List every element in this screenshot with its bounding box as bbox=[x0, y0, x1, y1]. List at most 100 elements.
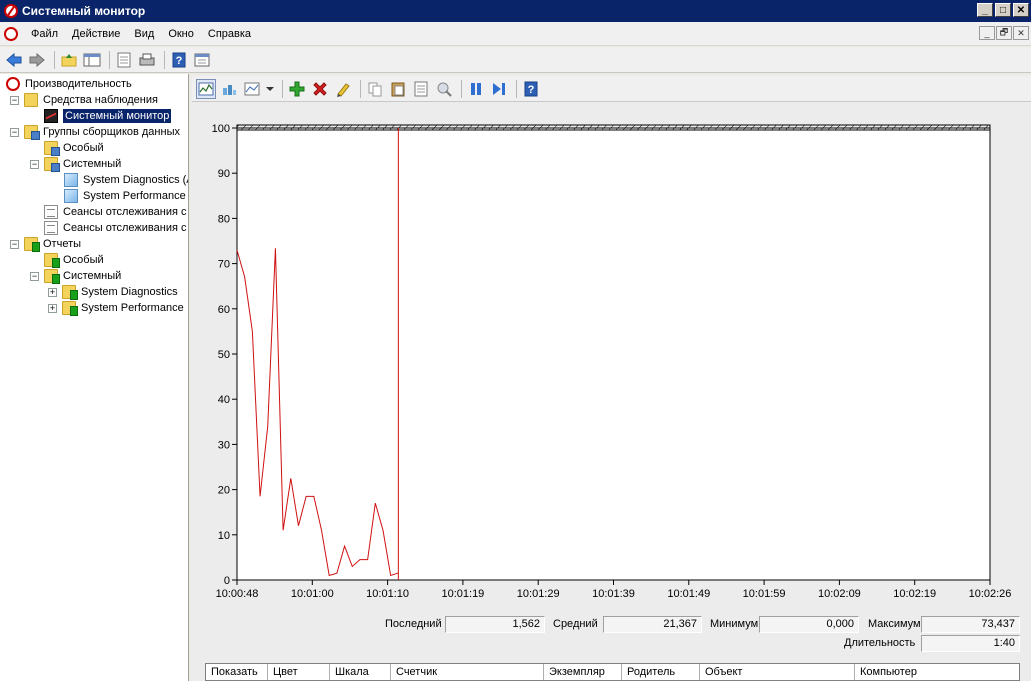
maximize-button[interactable]: □ bbox=[995, 3, 1011, 17]
legend-header-instance[interactable]: Экземпляр bbox=[544, 664, 622, 680]
collapse-icon[interactable]: − bbox=[30, 159, 39, 169]
tree-item-label: System Diagnostics bbox=[81, 286, 178, 298]
tree-item-system[interactable]: − Системный bbox=[30, 156, 121, 172]
tree-item-label: Системный монитор bbox=[63, 109, 172, 123]
tree-item-data-collector-sets[interactable]: − Группы сборщиков данных bbox=[10, 124, 180, 140]
paste-counter-list-icon[interactable] bbox=[388, 79, 408, 99]
toolbar-separator bbox=[282, 79, 283, 98]
tree-item-user-defined[interactable]: Особый bbox=[44, 140, 104, 156]
legend-header-scale[interactable]: Шкала bbox=[330, 664, 391, 680]
x-tick-label: 10:01:10 bbox=[366, 588, 409, 600]
properties-icon[interactable] bbox=[411, 79, 431, 99]
legend-header-object[interactable]: Объект bbox=[700, 664, 855, 680]
tree-item-reports-user-defined[interactable]: Особый bbox=[44, 252, 104, 268]
tree-item-monitoring-tools[interactable]: − Средства наблюдения bbox=[10, 92, 158, 108]
properties-icon[interactable] bbox=[192, 50, 212, 70]
tree-item-reports-system[interactable]: − Системный bbox=[30, 268, 121, 284]
tree-item-system-performance-collector[interactable]: System Performance ( bbox=[64, 188, 189, 204]
copy-properties-icon[interactable] bbox=[365, 79, 385, 99]
duration-value: 1:40 bbox=[921, 635, 1020, 652]
legend-header-parent[interactable]: Родитель bbox=[622, 664, 700, 680]
help-icon[interactable]: ? bbox=[521, 79, 541, 99]
app-icon[interactable] bbox=[4, 4, 18, 18]
tree-item-label: Средства наблюдения bbox=[43, 94, 158, 106]
task-list-icon bbox=[44, 221, 58, 235]
tree-item-label: System Performance ( bbox=[83, 190, 189, 202]
add-counter-icon[interactable] bbox=[287, 79, 307, 99]
graph-type-dropdown-icon[interactable] bbox=[265, 79, 275, 99]
legend-header-computer[interactable]: Компьютер bbox=[855, 664, 1019, 680]
counter-legend: Показать Цвет Шкала Счетчик Экземпляр Ро… bbox=[205, 663, 1020, 681]
mdi-minimize-button[interactable]: _ bbox=[979, 26, 995, 40]
tree-item-startup-event-trace-sessions[interactable]: Сеансы отслеживания с bbox=[44, 220, 187, 236]
collapse-icon[interactable]: − bbox=[10, 95, 19, 105]
show-hide-tree-icon[interactable] bbox=[82, 50, 102, 70]
tree-item-label: Системный bbox=[63, 158, 122, 170]
task-list-icon bbox=[44, 205, 58, 219]
line-chart[interactable]: 0 10 20 30 40 50 60 70 80 90 100 10:00:48 10:01:00 10… bbox=[192, 108, 1029, 608]
report-folder-icon bbox=[62, 285, 78, 300]
menu-view[interactable]: Вид bbox=[127, 28, 161, 40]
tree-item-event-trace-sessions[interactable]: Сеансы отслеживания с bbox=[44, 204, 187, 220]
tree-item-reports-system-diagnostics[interactable]: + System Diagnostics bbox=[48, 284, 178, 300]
minimize-button[interactable]: _ bbox=[977, 3, 993, 17]
window-controls: _ □ ✕ bbox=[977, 3, 1029, 17]
tree-item-label: System Diagnostics (A bbox=[83, 174, 189, 186]
close-button[interactable]: ✕ bbox=[1013, 3, 1029, 17]
freeze-display-icon[interactable] bbox=[466, 79, 486, 99]
mdi-restore-button[interactable]: 🗗 bbox=[996, 26, 1012, 40]
view-histogram-icon[interactable] bbox=[219, 79, 239, 99]
tree-item-reports[interactable]: − Отчеты bbox=[10, 236, 81, 252]
menu-window[interactable]: Окно bbox=[161, 28, 201, 40]
folder-icon bbox=[44, 141, 60, 156]
forward-icon[interactable] bbox=[27, 50, 47, 70]
tree-item-system-diagnostics-collector[interactable]: System Diagnostics (A bbox=[64, 172, 189, 188]
report-folder-icon bbox=[62, 301, 78, 316]
legend-header-color[interactable]: Цвет bbox=[268, 664, 330, 680]
tree-item-label: Производительность bbox=[25, 78, 132, 90]
legend-header-counter[interactable]: Счетчик bbox=[391, 664, 544, 680]
menu-file[interactable]: Файл bbox=[24, 28, 65, 40]
export-list-icon[interactable] bbox=[114, 50, 134, 70]
mdi-close-button[interactable]: ✕ bbox=[1013, 26, 1029, 40]
toolbar-separator bbox=[461, 79, 462, 98]
zoom-icon[interactable] bbox=[434, 79, 454, 99]
menu-action[interactable]: Действие bbox=[65, 28, 127, 40]
tree-item-reports-system-performance[interactable]: + System Performance bbox=[48, 300, 184, 316]
change-graph-type-icon[interactable] bbox=[242, 79, 262, 99]
x-tick-label: 10:01:59 bbox=[743, 588, 786, 600]
collapse-icon[interactable]: − bbox=[10, 239, 19, 249]
x-tick-label: 10:01:49 bbox=[667, 588, 710, 600]
tree-item-label: Сеансы отслеживания с bbox=[63, 206, 187, 218]
tree-item-label: Сеансы отслеживания с bbox=[63, 222, 187, 234]
print-icon[interactable] bbox=[137, 50, 157, 70]
report-icon bbox=[44, 253, 60, 268]
mdi-system-menu-icon[interactable] bbox=[4, 26, 18, 41]
toolbar-separator bbox=[54, 50, 55, 69]
highlight-icon[interactable] bbox=[333, 79, 353, 99]
view-graph-icon[interactable] bbox=[196, 78, 216, 99]
delete-counter-icon[interactable] bbox=[310, 79, 330, 99]
legend-header-show[interactable]: Показать bbox=[206, 664, 268, 680]
data-collector-icon bbox=[64, 189, 78, 203]
y-tick-label: 70 bbox=[218, 259, 230, 271]
tree-item-label: Системный bbox=[63, 270, 122, 282]
collapse-icon[interactable]: − bbox=[10, 127, 19, 137]
expand-icon[interactable]: + bbox=[48, 287, 57, 297]
collapse-icon[interactable]: − bbox=[30, 271, 39, 281]
update-data-icon[interactable] bbox=[489, 79, 509, 99]
toolbar-separator bbox=[516, 79, 517, 98]
y-tick-label: 80 bbox=[218, 213, 230, 225]
x-tick-label: 10:01:19 bbox=[441, 588, 484, 600]
mdi-controls: _ 🗗 ✕ bbox=[979, 26, 1029, 40]
performance-graph[interactable]: 0 10 20 30 40 50 60 70 80 90 100 10:00:48 10:01:00 10… bbox=[192, 108, 1029, 608]
expand-icon[interactable]: + bbox=[48, 303, 57, 313]
up-folder-icon[interactable] bbox=[59, 50, 79, 70]
perf-root-icon bbox=[6, 77, 20, 91]
menu-help[interactable]: Справка bbox=[201, 28, 258, 40]
navigation-tree: Производительность − Средства наблюдения… bbox=[0, 74, 189, 681]
tree-item-performance[interactable]: Производительность bbox=[6, 76, 132, 92]
back-icon[interactable] bbox=[4, 50, 24, 70]
tree-item-system-monitor[interactable]: Системный монитор bbox=[44, 108, 172, 124]
help-icon[interactable]: ? bbox=[169, 50, 189, 70]
